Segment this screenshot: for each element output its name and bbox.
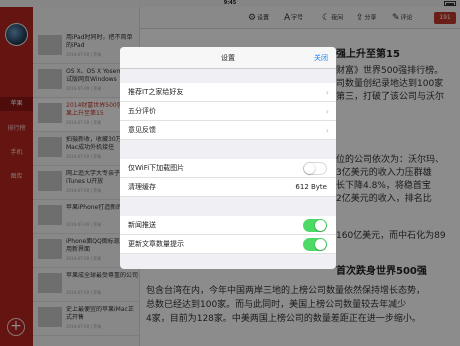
wifi-images-label: 仅WiFi下加载图片 (128, 164, 185, 172)
toggle-knob (315, 239, 326, 250)
wifi-images-row: 仅WiFi下加载图片 (120, 159, 336, 178)
settings-modal-title: 设置 (221, 54, 235, 62)
rate-row[interactable]: 五分评价 › (120, 102, 336, 121)
cache-size-value: 612 Byte (295, 183, 327, 191)
chevron-right-icon: › (325, 88, 329, 97)
toggle-knob (304, 163, 315, 174)
feedback-row[interactable]: 意见反馈 › (120, 121, 336, 140)
settings-modal: 设置 关闭 推荐IT之家给好友 › 五分评价 › 意见反馈 › 仅WiFi下加载… (120, 47, 336, 269)
news-push-label: 新闻推送 (128, 221, 156, 229)
update-count-toggle[interactable] (303, 238, 327, 251)
toggle-knob (315, 220, 326, 231)
feedback-label: 意见反馈 (128, 126, 156, 134)
news-push-row: 新闻推送 (120, 216, 336, 235)
chevron-right-icon: › (325, 126, 329, 135)
update-count-label: 更新文章数量提示 (128, 240, 184, 248)
chevron-right-icon: › (325, 107, 329, 116)
rate-label: 五分评价 (128, 107, 156, 115)
recommend-label: 推荐IT之家给好友 (128, 88, 184, 96)
clear-cache-row[interactable]: 清理缓存 612 Byte (120, 178, 336, 197)
news-push-toggle[interactable] (303, 219, 327, 232)
recommend-row[interactable]: 推荐IT之家给好友 › (120, 83, 336, 102)
wifi-images-toggle[interactable] (303, 162, 327, 175)
close-button[interactable]: 关闭 (314, 47, 328, 69)
settings-modal-header: 设置 关闭 (120, 47, 336, 69)
clear-cache-label: 清理缓存 (128, 183, 156, 191)
update-count-row: 更新文章数量提示 (120, 235, 336, 254)
